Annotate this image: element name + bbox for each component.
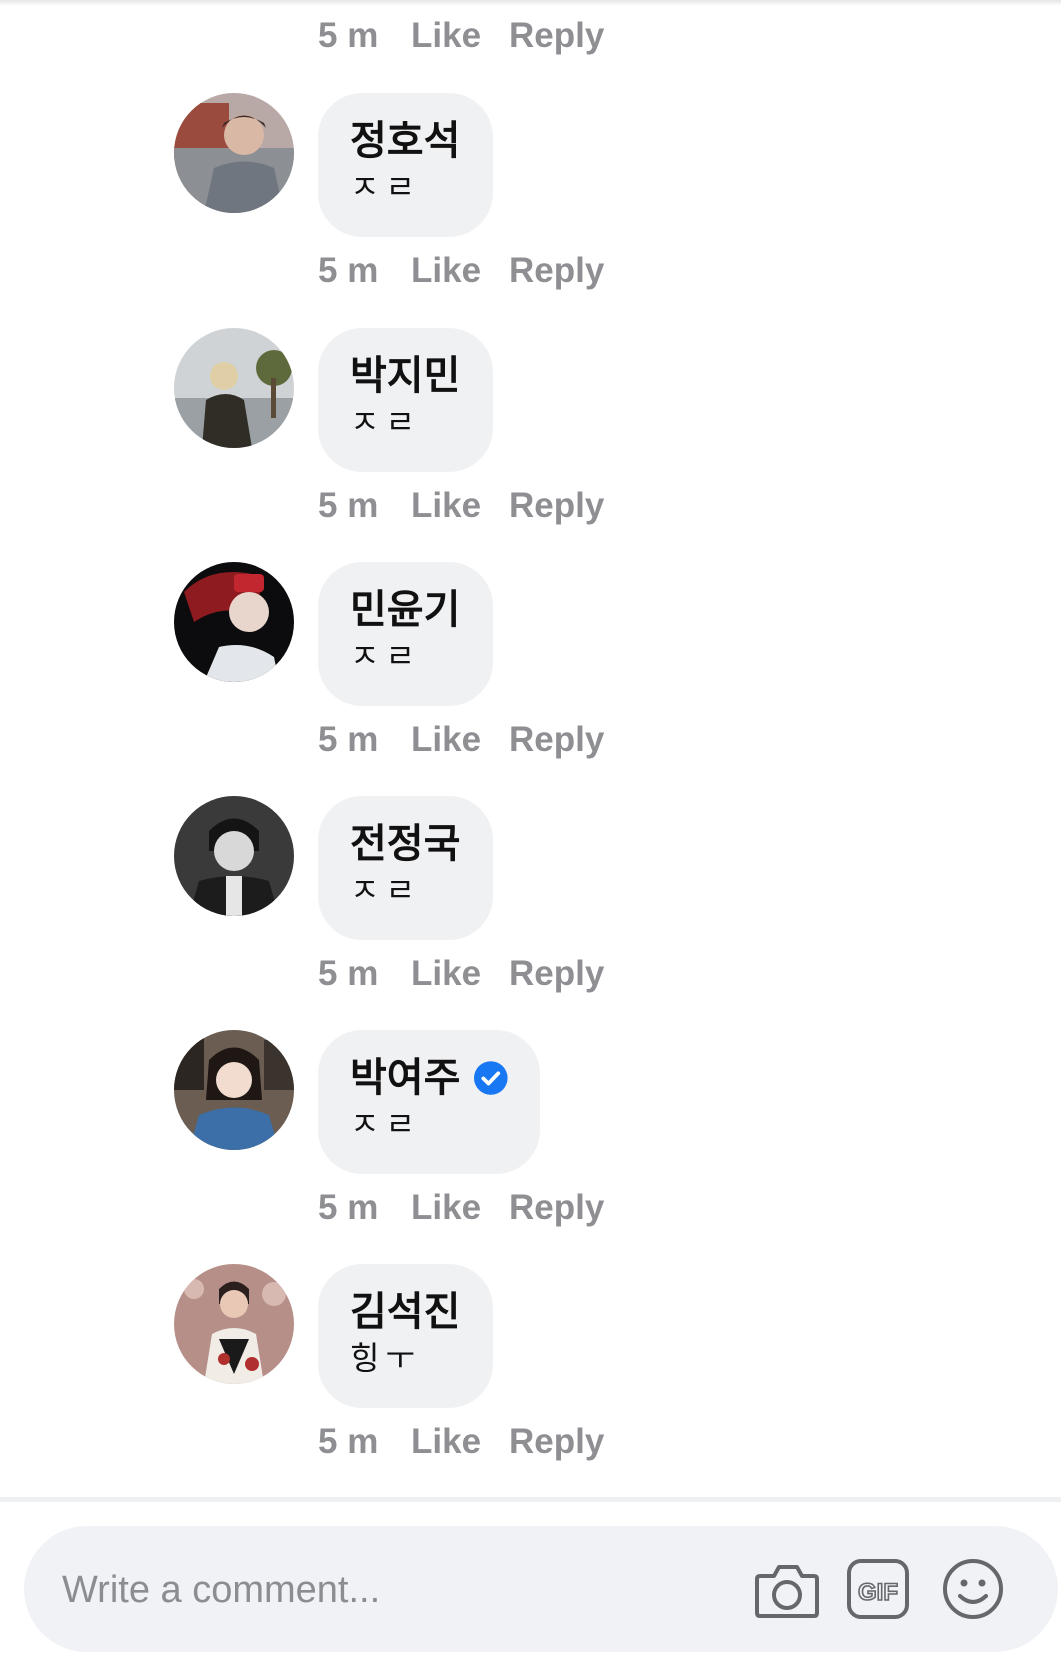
like-button[interactable]: Like [411,720,509,760]
comment-actions: 5 m Like Reply [318,484,604,528]
verified-badge-icon [474,1061,508,1095]
comment-author[interactable]: 정호석 [350,117,461,165]
comment-bubble: 박여주 ㅈㄹ [318,1030,540,1174]
reply-button[interactable]: Reply [509,1188,604,1228]
comment-text: ㅈㄹ [350,168,421,206]
avatar[interactable] [174,796,294,916]
comment-bubble: 김석진 힝ㅜ [318,1264,493,1408]
avatar-image-1 [174,93,294,213]
avatar[interactable] [174,1264,294,1384]
avatar[interactable] [174,1030,294,1150]
comment-author[interactable]: 박지민 [350,352,461,400]
author-name[interactable]: 박여주 [350,1054,460,1102]
like-button[interactable]: Like [411,251,509,291]
comment-actions-top: 5 m Like Reply [318,14,604,58]
comment-author[interactable]: 민윤기 [350,586,461,634]
comment-actions: 5 m Like Reply [318,718,604,762]
reply-button[interactable]: Reply [509,1422,604,1462]
comment-text: 힝ㅜ [350,1339,421,1377]
comment-bubble: 정호석 ㅈㄹ [318,93,493,237]
avatar-image-3 [174,562,294,682]
comment-text: ㅈㄹ [350,637,421,675]
avatar[interactable] [174,93,294,213]
reply-button[interactable]: Reply [509,16,604,56]
reply-button[interactable]: Reply [509,954,604,994]
comment-time: 5 m [318,954,379,993]
comment-time: 5 m [318,486,379,525]
comment-text: ㅈㄹ [350,871,421,909]
comment-bubble: 박지민 ㅈㄹ [318,328,493,472]
reply-button[interactable]: Reply [509,251,604,291]
like-button[interactable]: Like [411,486,509,526]
author-name[interactable]: 민윤기 [350,586,460,634]
gif-icon[interactable]: GIF [846,1556,910,1622]
comment-actions: 5 m Like Reply [318,952,604,996]
like-button[interactable]: Like [411,1422,509,1462]
reply-button[interactable]: Reply [509,720,604,760]
comment-time: 5 m [318,251,379,290]
comment-composer: GIF [24,1526,1058,1652]
author-name[interactable]: 전정국 [350,820,460,868]
svg-text:GIF: GIF [858,1579,898,1606]
divider [0,1497,1061,1502]
comment-author[interactable]: 전정국 [350,820,461,868]
like-button[interactable]: Like [411,1188,509,1228]
like-button[interactable]: Like [411,16,509,56]
comment-time: 5 m [318,1188,379,1227]
camera-icon[interactable] [752,1556,820,1622]
comment-time: 5 m [318,720,379,759]
comment-bubble: 전정국 ㅈㄹ [318,796,493,940]
avatar[interactable] [174,562,294,682]
comment-actions: 5 m Like Reply [318,1420,604,1464]
top-edge [0,0,1061,6]
comment-actions: 5 m Like Reply [318,249,604,293]
comment-text: ㅈㄹ [350,1105,421,1143]
reply-button[interactable]: Reply [509,486,604,526]
avatar-image-6 [174,1264,294,1384]
comment-bubble: 민윤기 ㅈㄹ [318,562,493,706]
comment-author[interactable]: 박여주 [350,1054,508,1102]
comment-text: ㅈㄹ [350,403,421,441]
comment-input[interactable] [60,1556,744,1624]
avatar-image-2 [174,328,294,448]
avatar[interactable] [174,328,294,448]
comment-author[interactable]: 김석진 [350,1288,461,1336]
emoji-icon[interactable] [939,1556,1007,1622]
like-button[interactable]: Like [411,954,509,994]
comment-time: 5 m [318,16,379,55]
comment-actions: 5 m Like Reply [318,1186,604,1230]
comment-time: 5 m [318,1422,379,1461]
avatar-image-4 [174,796,294,916]
author-name[interactable]: 정호석 [350,117,460,165]
author-name[interactable]: 김석진 [350,1288,460,1336]
author-name[interactable]: 박지민 [350,352,460,400]
avatar-image-5 [174,1030,294,1150]
